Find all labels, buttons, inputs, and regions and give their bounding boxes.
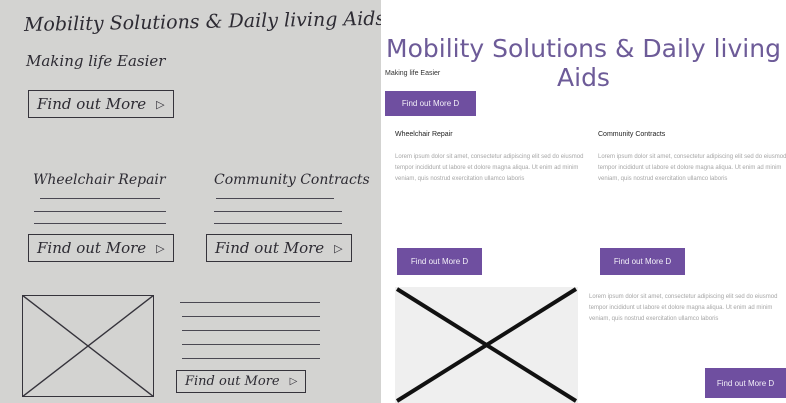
community-contracts-text: Lorem ipsum dolor sit amet, consectetur … [598, 154, 786, 182]
sketch-button-label: Find out More [185, 374, 280, 389]
sketch-text-line [34, 223, 166, 225]
triangle-right-icon: ▷ [156, 97, 165, 111]
sketch-text-line [214, 223, 342, 225]
sketch-col2-heading: Community Contracts [214, 172, 370, 188]
sketch-col2-button: Find out More ▷ [206, 234, 352, 262]
sketch-text-line [180, 302, 320, 304]
triangle-right-icon: ▷ [289, 376, 298, 387]
sketch-subtitle: Making life Easier [26, 52, 166, 70]
feature-text: Lorem ipsum dolor sit amet, consectetur … [589, 294, 778, 322]
sketch-text-line [214, 211, 342, 213]
sketch-text-line [216, 198, 334, 200]
crossed-box-icon [395, 287, 578, 403]
sketch-col1-heading: Wheelchair Repair [33, 172, 166, 188]
sketch-title: Mobility Solutions & Daily living Aids [23, 7, 381, 36]
community-contracts-heading: Community Contracts [598, 131, 666, 138]
feature-find-out-more-button[interactable]: Find out More D [705, 368, 786, 398]
wheelchair-repair-heading: Wheelchair Repair [395, 131, 453, 138]
wheelchair-repair-button[interactable]: Find out More D [397, 248, 482, 275]
wireframe-sketch-photo: Mobility Solutions & Daily living Aids M… [0, 0, 381, 403]
community-contracts-button[interactable]: Find out More D [600, 248, 685, 275]
sketch-col1-button: Find out More ▷ [28, 234, 174, 262]
page-title: Mobility Solutions & Daily living Aids [386, 34, 781, 92]
crossed-box-icon [22, 295, 154, 397]
image-placeholder [395, 287, 578, 403]
sketch-text-line [182, 330, 320, 332]
sketch-text-line [182, 316, 320, 318]
sketch-button-label: Find out More [37, 95, 147, 113]
sketch-button-label: Find out More [37, 239, 147, 257]
sketch-text-line [40, 198, 160, 200]
tagline: Making life Easier [385, 70, 441, 77]
wheelchair-repair-text: Lorem ipsum dolor sit amet, consectetur … [395, 154, 584, 182]
triangle-right-icon: ▷ [156, 241, 165, 255]
sketch-text-line [182, 358, 320, 360]
triangle-right-icon: ▷ [334, 241, 343, 255]
sketch-button-label: Find out More [215, 239, 325, 257]
sketch-text-line [182, 344, 320, 346]
sketch-hero-button: Find out More ▷ [28, 90, 174, 118]
sketch-text-line [34, 211, 166, 213]
sketch-feature-button: Find out More ▷ [176, 370, 307, 393]
rendered-mockup: Mobility Solutions & Daily living Aids M… [381, 0, 786, 403]
hero-find-out-more-button[interactable]: Find out More D [385, 91, 476, 116]
